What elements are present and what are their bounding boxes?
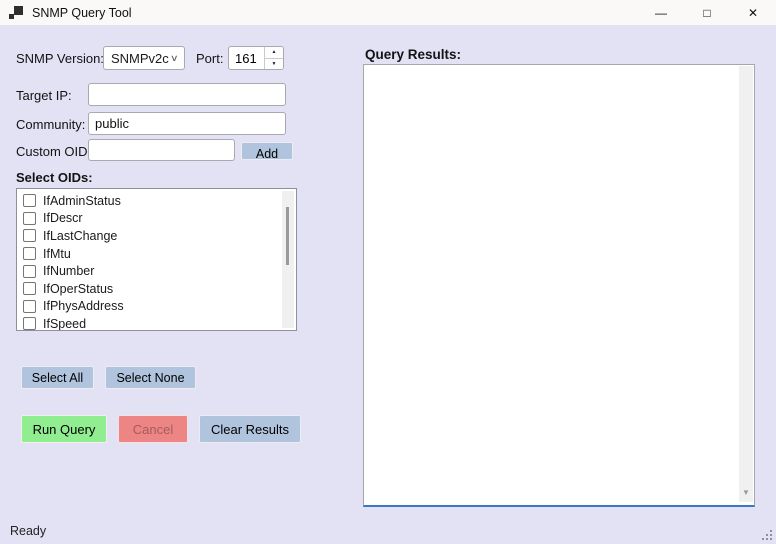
spinner-up-button[interactable]: ▲ <box>265 47 283 58</box>
oid-label: IfMtu <box>43 246 71 261</box>
oid-label: IfPhysAddress <box>43 299 124 314</box>
run-query-label: Run Query <box>32 421 96 437</box>
clear-results-label: Clear Results <box>210 421 290 437</box>
port-label: Port: <box>196 51 224 66</box>
oid-list-item[interactable]: IfLastChange <box>17 227 296 245</box>
minimize-icon: — <box>655 5 667 20</box>
cancel-button[interactable]: Cancel <box>118 415 188 443</box>
select-oids-label: Select OIDs: <box>16 170 93 185</box>
query-results-box[interactable]: ▼ <box>363 64 755 507</box>
port-spin-buttons: ▲ ▼ <box>264 47 283 69</box>
oid-label: IfLastChange <box>43 228 118 243</box>
cancel-label: Cancel <box>132 421 174 437</box>
spinner-down-button[interactable]: ▼ <box>265 57 283 69</box>
oid-list-item[interactable]: IfSpeed <box>17 315 296 331</box>
target-ip-field[interactable] <box>88 83 286 106</box>
oid-checkbox[interactable] <box>23 317 36 330</box>
oid-list-item[interactable]: IfDescr <box>17 210 296 228</box>
port-stepper: ▲ ▼ <box>228 46 284 70</box>
oid-checkbox[interactable] <box>23 264 36 278</box>
app-window: SNMP Query Tool — □ ✕ SNMP Version: SNMP… <box>0 0 776 544</box>
custom-oid-field[interactable] <box>88 139 235 161</box>
oid-list-scrollbar[interactable] <box>282 191 294 328</box>
add-oid-button[interactable]: Add <box>241 142 293 160</box>
oid-list-item[interactable]: IfMtu <box>17 245 296 263</box>
oid-list: IfAdminStatus IfDescr IfLastChange IfMtu… <box>16 188 297 331</box>
spinner-down-icon: ▼ <box>271 60 277 67</box>
run-query-button[interactable]: Run Query <box>21 415 107 443</box>
maximize-icon: □ <box>703 5 711 20</box>
minimize-button[interactable]: — <box>638 0 684 25</box>
status-text: Ready <box>10 524 47 538</box>
oid-checkbox[interactable] <box>23 229 36 243</box>
window-title: SNMP Query Tool <box>32 5 132 20</box>
window-controls: — □ ✕ <box>638 0 776 25</box>
community-label: Community: <box>16 117 86 132</box>
custom-oid-label: Custom OID: <box>16 144 92 159</box>
select-all-button[interactable]: Select All <box>21 366 94 389</box>
oid-checkbox[interactable] <box>23 299 36 313</box>
oid-list-scrollbar-thumb[interactable] <box>286 207 289 265</box>
target-ip-label: Target IP: <box>16 88 72 103</box>
scroll-down-icon[interactable]: ▼ <box>739 488 753 497</box>
community-field[interactable] <box>88 112 286 135</box>
oid-label: IfAdminStatus <box>43 193 121 208</box>
snmp-version-select[interactable]: SNMPv2c ∨ <box>103 46 185 70</box>
port-input[interactable] <box>229 47 264 69</box>
oid-list-item[interactable]: IfAdminStatus <box>17 192 296 210</box>
close-button[interactable]: ✕ <box>730 0 776 25</box>
oid-list-item[interactable]: IfOperStatus <box>17 280 296 298</box>
select-none-button[interactable]: Select None <box>105 366 196 389</box>
snmp-version-label: SNMP Version: <box>16 51 104 66</box>
oid-checkbox[interactable] <box>23 211 36 225</box>
oid-checkbox[interactable] <box>23 282 36 296</box>
select-all-label: Select All <box>31 370 84 385</box>
close-icon: ✕ <box>747 5 759 20</box>
oid-label: IfSpeed <box>43 316 87 331</box>
spinner-up-icon: ▲ <box>271 49 277 56</box>
oid-checkbox[interactable] <box>23 194 36 208</box>
oid-list-item[interactable]: IfNumber <box>17 262 296 280</box>
results-scrollbar[interactable]: ▼ <box>739 66 753 502</box>
add-oid-button-label: Add <box>255 147 279 160</box>
oid-checkbox[interactable] <box>23 247 36 261</box>
snmp-version-value: SNMPv2c <box>111 50 169 66</box>
maximize-button[interactable]: □ <box>684 0 730 25</box>
app-icon-square-big <box>14 5 23 15</box>
query-results-label: Query Results: <box>365 47 462 62</box>
oid-label: IfOperStatus <box>43 281 114 296</box>
select-none-label: Select None <box>116 370 185 385</box>
chevron-down-icon: ∨ <box>170 52 179 63</box>
oid-label: IfDescr <box>43 211 83 226</box>
query-results-text <box>368 67 736 501</box>
title-bar: SNMP Query Tool — □ ✕ <box>0 0 776 25</box>
oid-list-item[interactable]: IfPhysAddress <box>17 298 296 316</box>
app-icon <box>9 5 23 20</box>
oid-label: IfNumber <box>43 264 95 279</box>
app-icon-square-small <box>9 13 14 19</box>
resize-grip-icon[interactable] <box>762 530 764 532</box>
clear-results-button[interactable]: Clear Results <box>199 415 301 443</box>
